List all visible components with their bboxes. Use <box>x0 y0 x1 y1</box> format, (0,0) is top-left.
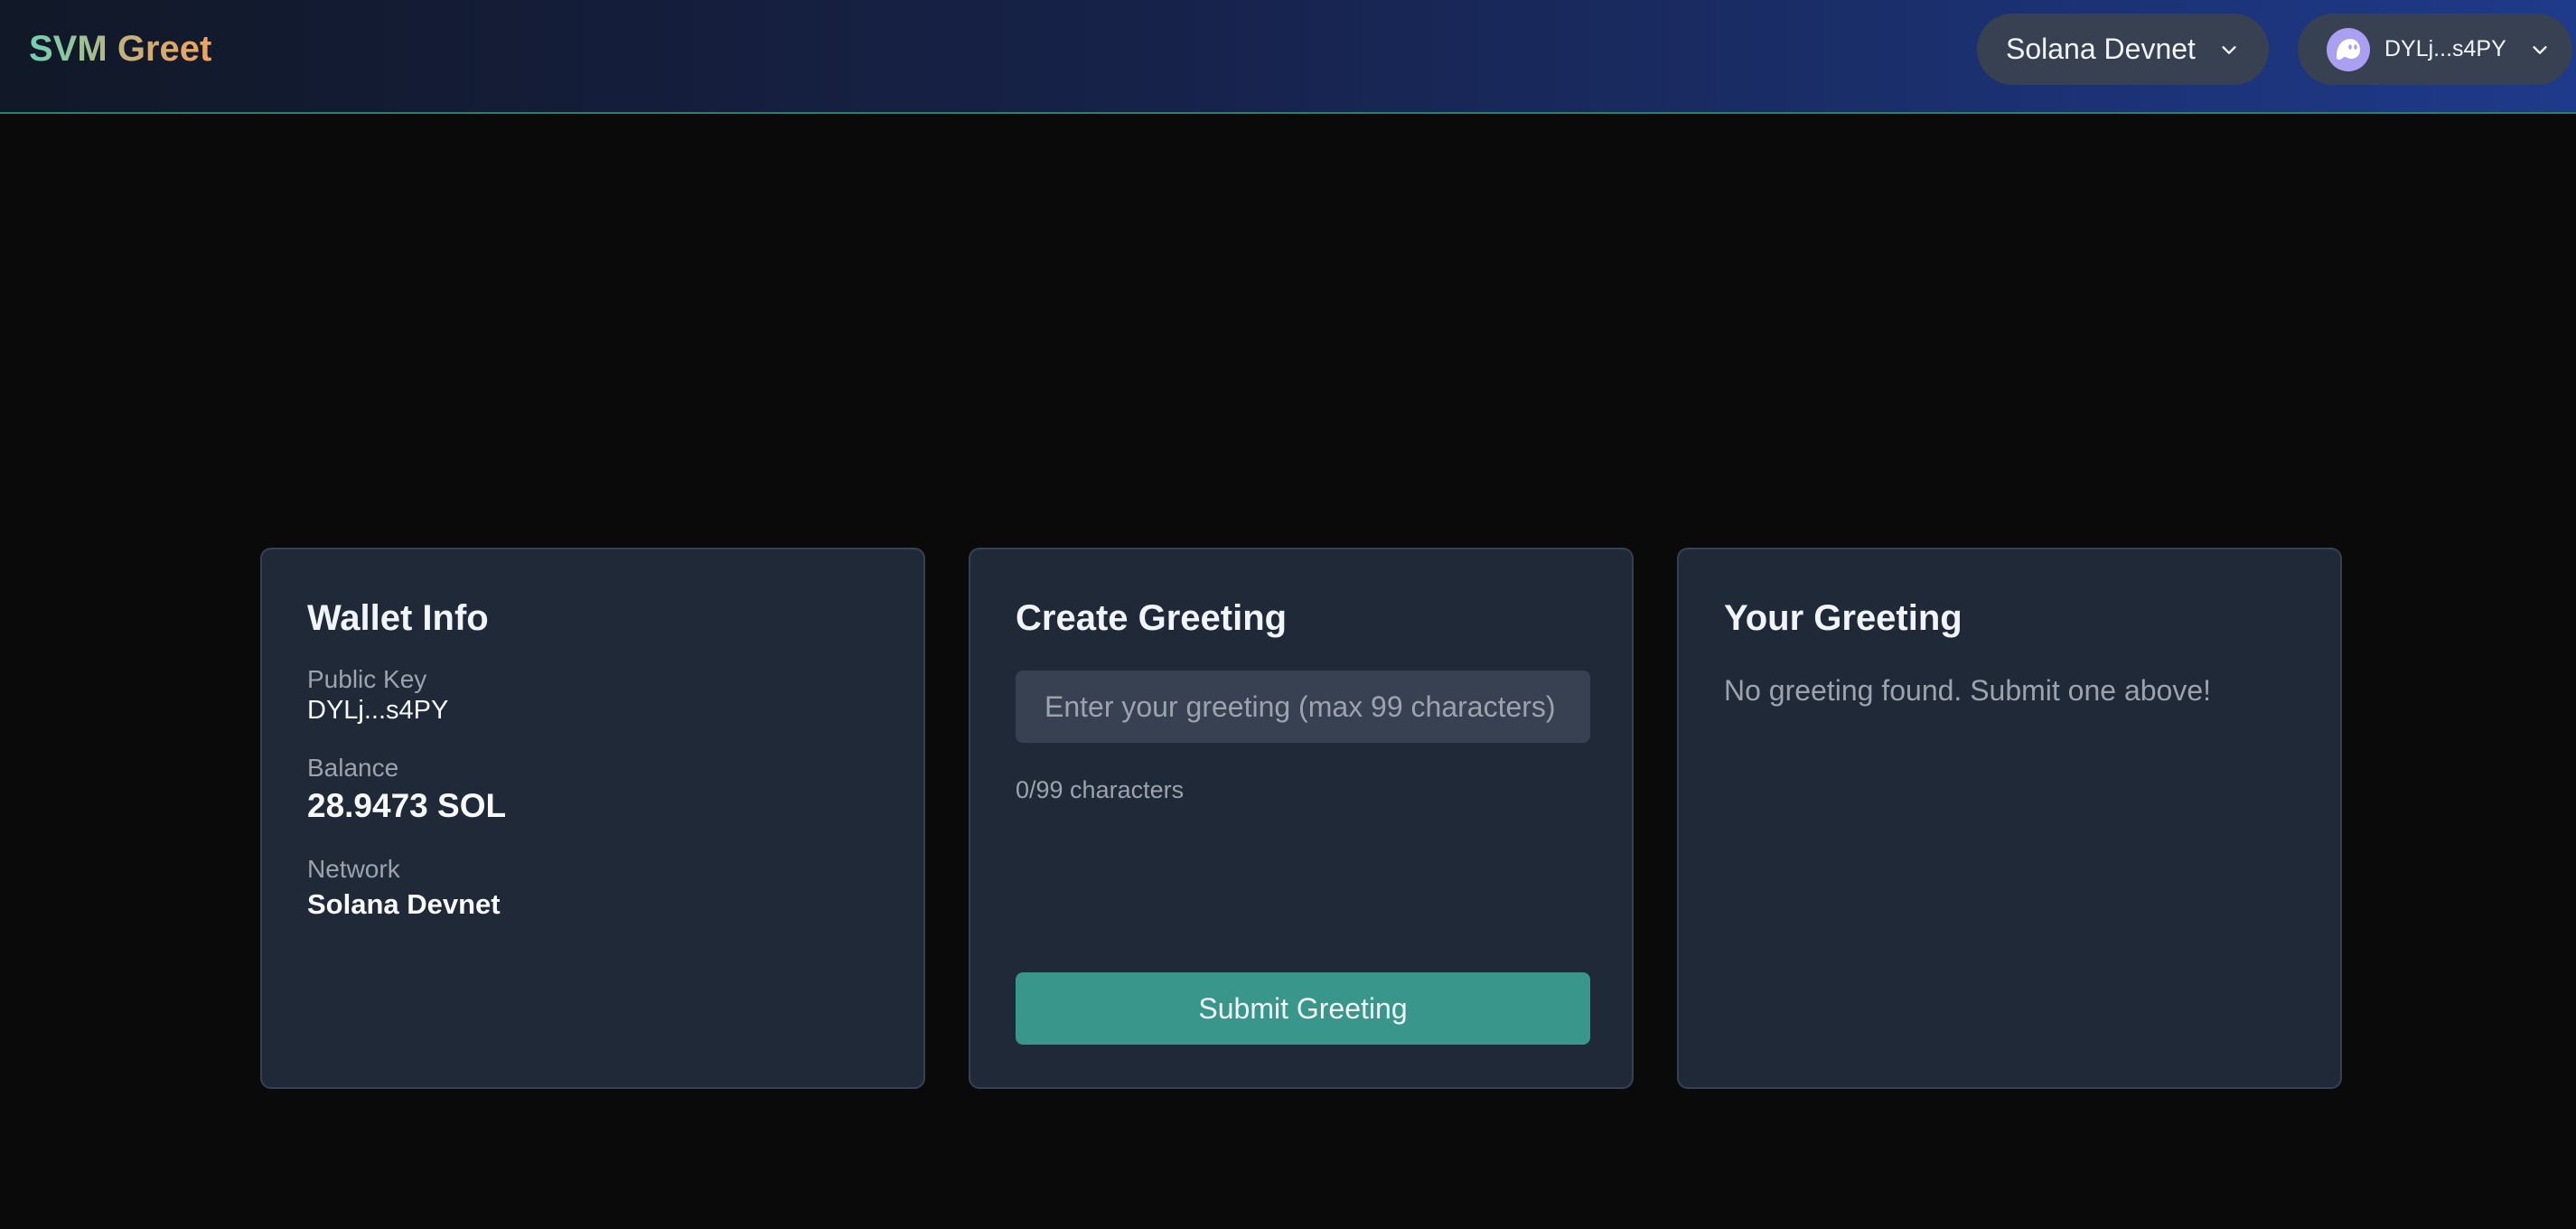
brand-name-part-1: SVM <box>29 29 108 69</box>
network-selector-label: Solana Devnet <box>2006 33 2196 65</box>
phantom-ghost-icon <box>2327 27 2370 71</box>
balance-value: 28.9473 SOL <box>307 787 507 824</box>
network-label: Network <box>307 855 400 883</box>
wallet-address-label: DYLj...s4PY <box>2384 36 2506 61</box>
wallet-info-title: Wallet Info <box>307 598 489 638</box>
create-greeting-card: Create Greeting 0/99 characters Submit G… <box>969 548 1634 1089</box>
create-greeting-title: Create Greeting <box>1016 598 1288 638</box>
wallet-info-card: Wallet Info Public Key DYLj...s4PY Balan… <box>260 548 925 1089</box>
top-bar: SVM Greet Solana Devnet DYLj...s4PY <box>0 0 2576 114</box>
your-greeting-card: Your Greeting No greeting found. Submit … <box>1677 548 2342 1089</box>
balance-label: Balance <box>307 754 399 782</box>
your-greeting-title: Your Greeting <box>1724 598 1962 638</box>
empty-greeting-message: No greeting found. Submit one above! <box>1724 674 2212 707</box>
network-selector[interactable]: Solana Devnet <box>1977 14 2269 85</box>
character-counter: 0/99 characters <box>1016 776 1185 803</box>
public-key-value: DYLj...s4PY <box>307 696 449 725</box>
submit-greeting-button[interactable]: Submit Greeting <box>1016 972 1590 1045</box>
chevron-down-icon <box>2222 45 2236 54</box>
network-value: Solana Devnet <box>307 888 501 920</box>
wallet-button[interactable]: DYLj...s4PY <box>2298 14 2572 85</box>
app-logo[interactable]: SVM Greet <box>29 27 211 70</box>
public-key-label: Public Key <box>307 665 427 693</box>
chevron-down-icon <box>2533 45 2547 54</box>
brand-name-part-2: Greet <box>117 29 212 69</box>
greeting-input[interactable] <box>1016 671 1590 743</box>
